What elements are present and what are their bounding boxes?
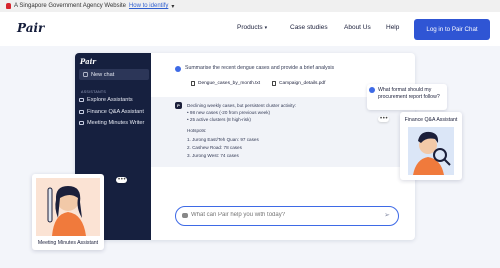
user-avatar [175, 66, 181, 72]
meeting-assistant-illustration [36, 178, 100, 236]
top-navigation: Pair Products ▾ Case studies About Us Hel… [0, 12, 500, 46]
sidebar-item-label: Finance Q&A Assistant [87, 109, 144, 115]
send-icon[interactable]: ➢ [384, 211, 390, 219]
sidebar-item-label: Meeting Minutes Writer [87, 120, 145, 126]
hotspot-item: 2. Cashew Road: 78 cases [187, 145, 242, 150]
finance-assistant-illustration [408, 127, 454, 175]
nav-about-us[interactable]: About Us [344, 24, 371, 31]
new-chat-button[interactable]: New chat [79, 69, 149, 80]
typing-indicator: • • • [378, 116, 390, 122]
document-icon [272, 81, 276, 86]
nav-products-label: Products [237, 24, 263, 31]
hotspots-heading: Hotspots: [187, 128, 207, 133]
hotspot-item: 3. Jurong West: 74 cases [187, 153, 239, 158]
assistants-section-heading: ASSISTANTS [81, 90, 107, 94]
compose-icon [83, 72, 88, 77]
lion-head-icon [6, 3, 11, 9]
file-name: Dengue_cases_by_month.txt [198, 81, 261, 86]
hotspot-item: 1. Jurong East/Teh Quan: 97 cases [187, 137, 259, 142]
chat-input[interactable] [191, 212, 371, 218]
file-attachment[interactable]: Dengue_cases_by_month.txt [191, 78, 260, 89]
chat-input-box[interactable]: ➢ [175, 206, 399, 226]
new-chat-label: New chat [91, 71, 115, 78]
pair-logo[interactable]: Pair [17, 21, 44, 35]
response-intro: Declining weekly cases, but persistent c… [187, 103, 297, 108]
login-button[interactable]: Log in to Pair Chat [414, 19, 490, 40]
nav-products[interactable]: Products ▾ [237, 24, 267, 31]
how-to-identify-link[interactable]: How to identify [129, 3, 168, 9]
chat-bubble-icon [182, 213, 188, 218]
sidebar-item-label: Explore Assistants [87, 97, 133, 103]
chevron-down-icon: ▾ [264, 25, 268, 31]
chat-icon [79, 121, 84, 125]
bubble-line: What format should my [378, 87, 432, 93]
sidebar-item-finance-assistant[interactable]: Finance Q&A Assistant [79, 109, 144, 115]
response-bullet: • 98 new cases (-20 from previous week) [187, 110, 271, 115]
nav-case-studies[interactable]: Case studies [290, 24, 328, 31]
bubble-line: procurement report follow? [378, 93, 440, 100]
response-bullet: • 25 active clusters (8 high-risk) [187, 117, 251, 122]
finance-assistant-card: Finance Q&A Assistant [400, 112, 462, 180]
question-bubble: What format should my procurement report… [367, 84, 447, 110]
app-window: Pair New chat ASSISTANTS Explore Assista… [75, 53, 415, 240]
meeting-minutes-card: Meeting Minutes Assistant [32, 174, 104, 250]
government-banner: A Singapore Government Agency Website Ho… [0, 0, 500, 12]
chevron-down-icon: ▾ [171, 3, 175, 10]
pair-bot-avatar: P [175, 102, 182, 109]
user-message: Summarise the recent dengue cases and pr… [185, 65, 335, 71]
chat-pane: Summarise the recent dengue cases and pr… [151, 53, 415, 240]
nav-help[interactable]: Help [386, 24, 399, 31]
government-banner-text: A Singapore Government Agency Website [14, 3, 126, 9]
file-name: Campaign_details.pdf [279, 81, 326, 86]
sidebar-item-explore-assistants[interactable]: Explore Assistants [79, 97, 133, 103]
sidebar-item-meeting-minutes[interactable]: Meeting Minutes Writer [79, 120, 144, 126]
card-title: Meeting Minutes Assistant [37, 240, 99, 246]
grid-icon [79, 98, 84, 102]
sidebar-logo: Pair [80, 57, 96, 66]
chat-icon [79, 110, 84, 114]
user-avatar [369, 87, 375, 93]
card-title: Finance Q&A Assistant [404, 117, 458, 123]
document-icon [191, 81, 195, 86]
file-attachment[interactable]: Campaign_details.pdf [272, 78, 325, 89]
typing-indicator: • • • [116, 177, 128, 183]
